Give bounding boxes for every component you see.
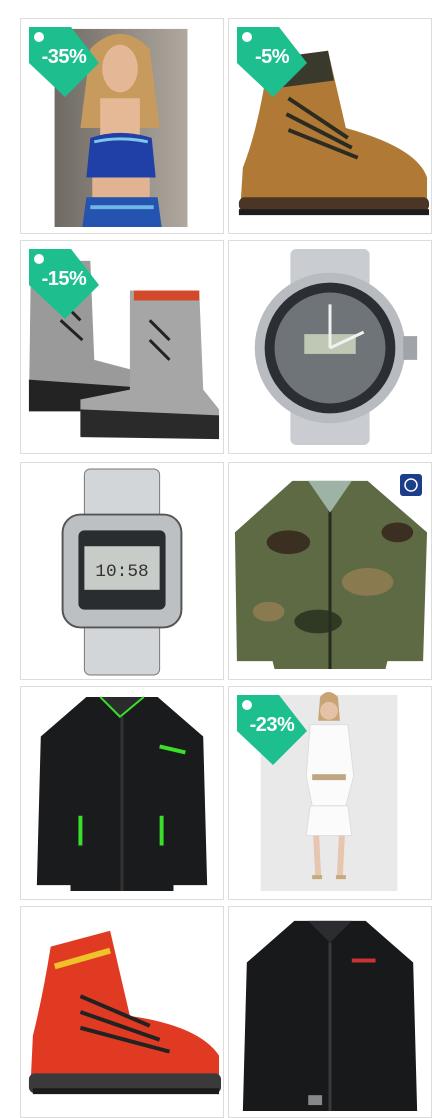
discount-label: -35% xyxy=(41,46,87,68)
product-tile-snow-boots-grey[interactable]: -15% xyxy=(20,240,224,454)
discount-label: -5% xyxy=(254,46,290,68)
product-image-black-green-softshell-jacket xyxy=(36,696,208,892)
discount-tag: -5% xyxy=(233,23,311,101)
product-tile-red-trekking-boot[interactable] xyxy=(20,906,224,1118)
product-tile-black-green-softshell-jacket[interactable] xyxy=(20,686,224,900)
product-tile-hiking-boot-brown[interactable]: -5% xyxy=(228,18,432,234)
discount-tag: -15% xyxy=(25,245,103,323)
product-image-steel-sport-watch xyxy=(254,248,418,446)
discount-tag: -23% xyxy=(233,691,311,769)
discount-tag: -35% xyxy=(25,23,103,101)
product-tile-camo-field-jacket[interactable] xyxy=(228,462,432,680)
discount-label: -23% xyxy=(249,714,295,736)
svg-text:10:58: 10:58 xyxy=(95,562,148,582)
product-tile-steel-sport-watch[interactable] xyxy=(228,240,432,454)
discount-label: -15% xyxy=(41,268,87,290)
product-tile-digital-steel-watch[interactable]: 10:58 xyxy=(20,462,224,680)
product-image-black-fleece-jacket xyxy=(242,920,418,1112)
product-tile-black-fleece-jacket[interactable] xyxy=(228,906,432,1118)
product-image-red-trekking-boot xyxy=(28,930,222,1095)
product-tile-sports-bra[interactable]: -35% xyxy=(20,18,224,234)
product-ad-grid: -35% -5% -15% 10:58 -23% xyxy=(0,0,432,1118)
product-tile-white-dress[interactable]: -23% xyxy=(228,686,432,900)
brand-badge-icon xyxy=(399,473,423,497)
product-image-digital-steel-watch: 10:58 xyxy=(61,468,183,676)
